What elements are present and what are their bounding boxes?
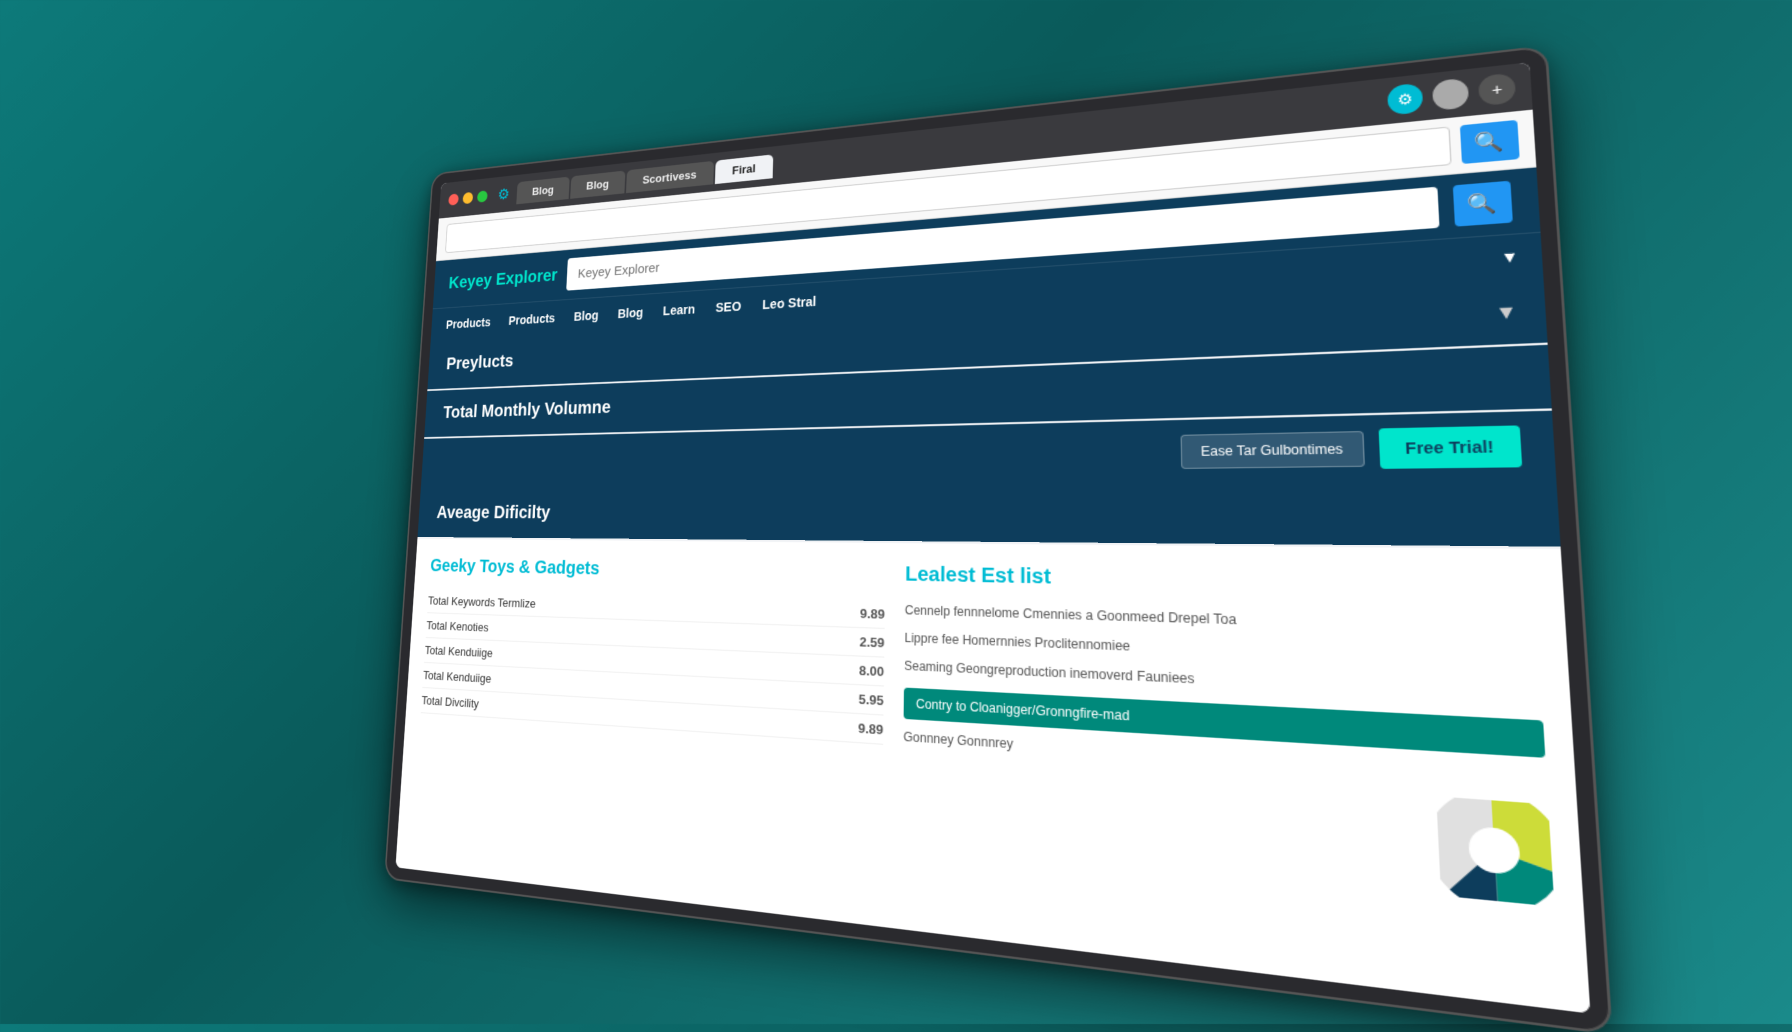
new-tab-button[interactable]: + xyxy=(1478,72,1516,106)
data-value-0: 9.89 xyxy=(860,606,885,622)
close-button[interactable] xyxy=(448,193,459,205)
data-label-3: Total Kenduiige xyxy=(423,668,492,685)
pie-chart xyxy=(1436,796,1554,906)
nav-item-learn[interactable]: Learn xyxy=(662,291,695,329)
nav-item-seo[interactable]: SEO xyxy=(715,288,742,326)
settings-icon[interactable]: ⚙ xyxy=(1387,83,1423,116)
maximize-button[interactable] xyxy=(477,190,488,202)
traffic-lights xyxy=(448,190,488,205)
section-avg-difficulty: Aveage Dificilty xyxy=(418,481,1561,547)
section-preylucts-title: Preylucts xyxy=(446,352,514,375)
nav-item-products-1[interactable]: Products xyxy=(445,305,492,341)
data-label-1: Total Kenoties xyxy=(426,618,489,634)
nav-chevron-icon: ▾ xyxy=(1504,246,1516,269)
website-content: Keyey Explorer 🔍 Products Products Blog … xyxy=(395,167,1590,1013)
data-value-2: 8.00 xyxy=(859,663,884,680)
right-panel: Lealest Est list Cennelp fennnelome Cmen… xyxy=(902,563,1560,983)
tab-controls: ⚙ + xyxy=(1387,72,1516,115)
bottom-panels: Geeky Toys & Gadgets Total Keywords Term… xyxy=(395,539,1590,1014)
site-logo: Keyey Explorer xyxy=(448,266,558,294)
tab-scortivess[interactable]: Scortivess xyxy=(626,160,714,192)
nav-item-blog-2[interactable]: Blog xyxy=(617,295,644,332)
nav-item-leostral[interactable]: Leo Stral xyxy=(762,283,817,323)
tab-blog-1[interactable]: Blog xyxy=(516,176,569,204)
tab-blog-2[interactable]: Blog xyxy=(570,170,625,198)
right-panel-title: Lealest Est list xyxy=(905,563,1536,600)
minimize-button[interactable] xyxy=(462,192,473,204)
site-search-button[interactable]: 🔍 xyxy=(1453,181,1513,227)
data-value-1: 2.59 xyxy=(859,634,884,650)
screen: ⚙ Blog Blog Scortivess Firal xyxy=(395,62,1590,1013)
data-label-4: Total Divcility xyxy=(421,693,479,710)
tab-firal[interactable]: Firal xyxy=(715,154,774,184)
data-label-0: Total Keywords Termlize xyxy=(428,594,536,611)
data-label-2: Total Kenduiige xyxy=(424,643,493,660)
left-panel: Geeky Toys & Gadgets Total Keywords Term… xyxy=(412,556,886,905)
data-value-3: 5.95 xyxy=(858,691,883,708)
profile-icon[interactable] xyxy=(1432,78,1469,111)
url-search-button[interactable]: 🔍 xyxy=(1460,120,1520,164)
filter-button[interactable]: Ease Tar Gulbontimes xyxy=(1181,431,1365,469)
data-value-4: 9.89 xyxy=(858,720,883,737)
section-total-monthly-title: Total Monthly Volumne xyxy=(443,398,612,424)
left-panel-title: Geeky Toys & Gadgets xyxy=(430,556,886,586)
nav-item-blog-1[interactable]: Blog xyxy=(573,298,599,334)
monitor-wrapper: ⚙ Blog Blog Scortivess Firal xyxy=(321,102,1471,922)
section-preylucts-chevron: ▾ xyxy=(1499,298,1514,327)
gear-icon[interactable]: ⚙ xyxy=(497,185,510,203)
section-avg-difficulty-title: Aveage Dificilty xyxy=(436,503,551,524)
free-trial-button[interactable]: Free Trial! xyxy=(1379,425,1523,468)
nav-item-products-2[interactable]: Products xyxy=(508,301,556,338)
monitor: ⚙ Blog Blog Scortivess Firal xyxy=(386,48,1610,1032)
